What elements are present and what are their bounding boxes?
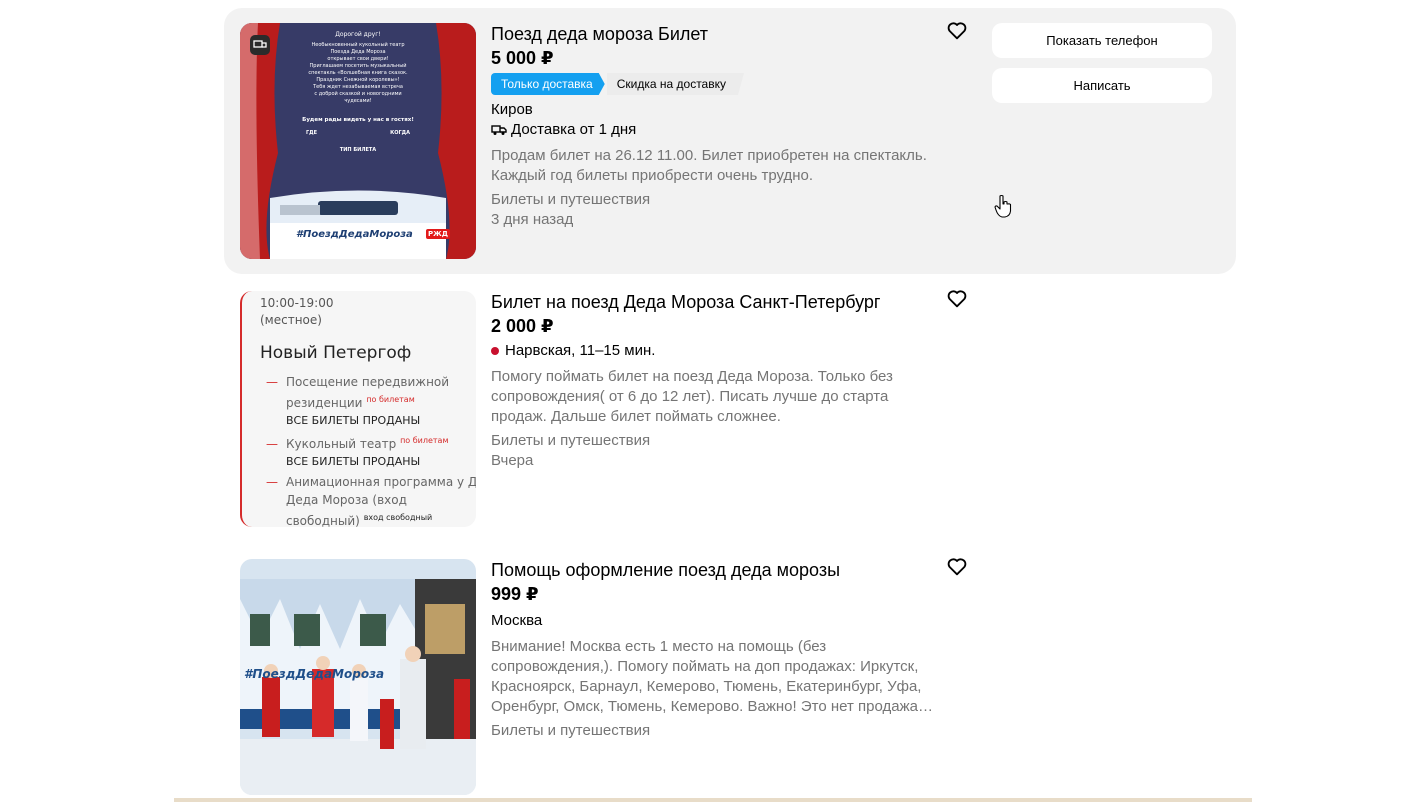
description-line: Внимание! Москва есть 1 место на помощь … (491, 638, 827, 655)
listing-location: Киров (491, 101, 533, 118)
schedule-item: Деда Мороза (вход (286, 493, 407, 507)
listing-location: Москва (491, 612, 543, 629)
delivery-discount-badge: Скидка на доставку (607, 73, 744, 95)
description-line: Оренбург, Омск, Тюмень, Кемерово. Важно!… (491, 698, 933, 715)
poster-line: спектакль «Волшебная книга сказок. (308, 70, 408, 76)
listing-description: Продам билет на 26.12 11.00. Билет приоб… (491, 146, 941, 186)
favorite-heart-icon[interactable] (946, 288, 968, 310)
schedule-tag: по билетам (366, 395, 415, 404)
poster-line: Необыкновенный кукольный театр (311, 42, 405, 48)
poster-line: Тебя ждет незабываемая встреча (313, 84, 403, 90)
listing-title[interactable]: Поезд деда мороза Билет (491, 22, 941, 46)
poster-brand: РЖД (426, 229, 450, 239)
description-line: Каждый год билеты приобрести очень трудн… (491, 167, 814, 184)
description-line: продаж. Дальше билет поймать сложнее. (491, 408, 781, 425)
poster-hashtag: #ПоездДедаМороза (296, 229, 413, 240)
description-line: сопровождения,). Помогу поймать на доп п… (491, 658, 919, 675)
schedule-time: 10:00-19:00 (260, 296, 334, 310)
listing-card-2[interactable]: 10:00-19:00 (местное) Новый Петергоф — По… (224, 276, 1236, 542)
listing-metro: Нарвская, 11–15 мин. (491, 341, 941, 361)
listing-image-2[interactable]: 10:00-19:00 (местное) Новый Петергоф — По… (240, 291, 476, 527)
listing-card-3[interactable]: #ПоездДедаМороза Помощь оформление поезд… (224, 544, 1236, 802)
favorite-heart-icon[interactable] (946, 556, 968, 578)
listing-category: Билеты и путешествия (491, 191, 651, 208)
delivery-text: Доставка от 1 дня (511, 121, 637, 138)
schedule-item: Посещение передвижной (286, 375, 450, 389)
metro-line-dot-icon (491, 347, 499, 355)
poster-ticket-type: ТИП БИЛЕТА (339, 147, 377, 153)
poster-line: Поезда Деда Мороза (330, 49, 386, 55)
listing-image-1[interactable]: Дорогой друг! Необыкновенный кукольный т… (240, 23, 476, 259)
listing-image-3[interactable]: #ПоездДедаМороза (240, 559, 476, 795)
description-line: сопровождения( от 6 до 12 лет). Писать л… (491, 388, 889, 405)
listing-info-2: Билет на поезд Деда Мороза Санкт-Петербу… (491, 290, 941, 471)
train-hashtag: #ПоездДедаМороза (244, 667, 385, 681)
hand-pointer-icon (994, 194, 1012, 218)
poster-line: открывает свои двери! (327, 56, 389, 62)
listing-date: Вчера (491, 452, 534, 469)
schedule-status: ВСЕ БИЛЕТЫ ПРОДАНЫ (286, 414, 421, 427)
description-line: Продам билет на 26.12 11.00. Билет приоб… (491, 147, 927, 164)
badge-row: Только доставка Скидка на доставку (491, 73, 941, 95)
listing-date: 3 дня назад (491, 211, 574, 228)
listing-info-3: Помощь оформление поезд деда морозы 999 … (491, 558, 941, 741)
poster-line: с доброй сказкой и новогодними (314, 91, 402, 97)
poster-when: КОГДА (390, 130, 410, 136)
listing-description: Помогу поймать билет на поезд Деда Мороз… (491, 367, 941, 427)
schedule-tag: вход свободный (363, 513, 433, 522)
description-line: Помогу поймать билет на поезд Деда Мороз… (491, 368, 893, 385)
delivery-only-badge: Только доставка (491, 73, 605, 95)
favorite-heart-icon[interactable] (946, 20, 968, 42)
description-line: Красноярск, Барнаул, Кемерово, Тюмень, Е… (491, 678, 922, 695)
listing-price: 5 000 ₽ (491, 48, 554, 68)
poster-line: Приглашаем посетить музыкальный (309, 63, 407, 69)
listing-price: 999 ₽ (491, 584, 539, 604)
schedule-item: резиденции (286, 396, 363, 410)
show-phone-button[interactable]: Показать телефон (992, 23, 1212, 58)
metro-station: Нарвская, 11–15 мин. (505, 342, 656, 359)
listing-price: 2 000 ₽ (491, 316, 554, 336)
listing-description: Внимание! Москва есть 1 место на помощь … (491, 637, 941, 717)
schedule-tag: по билетам (400, 436, 449, 445)
poster-invite: Будем рады видеть у нас в гостях! (302, 117, 414, 123)
poster-line: Праздник Снежной королевы»! (316, 77, 400, 83)
write-message-button[interactable]: Написать (992, 68, 1212, 103)
listing-title[interactable]: Помощь оформление поезд деда морозы (491, 558, 941, 582)
listing-title[interactable]: Билет на поезд Деда Мороза Санкт-Петербу… (491, 290, 941, 314)
poster-line: чудесами! (344, 98, 372, 104)
schedule-time-note: (местное) (260, 313, 322, 327)
schedule-item: Кукольный театр (286, 437, 397, 451)
listing-category: Билеты и путешествия (491, 432, 651, 449)
schedule-status: ВСЕ БИЛЕТЫ ПРОДАНЫ (286, 455, 421, 468)
schedule-item: свободный) (286, 514, 360, 527)
poster-where: ГДЕ (306, 130, 318, 136)
poster-greeting: Дорогой друг! (335, 31, 381, 38)
delivery-info: Доставка от 1 дня (491, 120, 941, 140)
bottom-divider (174, 798, 1252, 802)
schedule-item: Анимационная программа у Д (286, 475, 476, 489)
listing-info-1: Поезд деда мороза Билет 5 000 ₽ Только д… (491, 22, 941, 230)
listing-category: Билеты и путешествия (491, 722, 651, 739)
listing-card-1[interactable]: Дорогой друг! Необыкновенный кукольный т… (224, 8, 1236, 274)
truck-icon (491, 125, 507, 135)
schedule-city: Новый Петергоф (260, 343, 412, 363)
